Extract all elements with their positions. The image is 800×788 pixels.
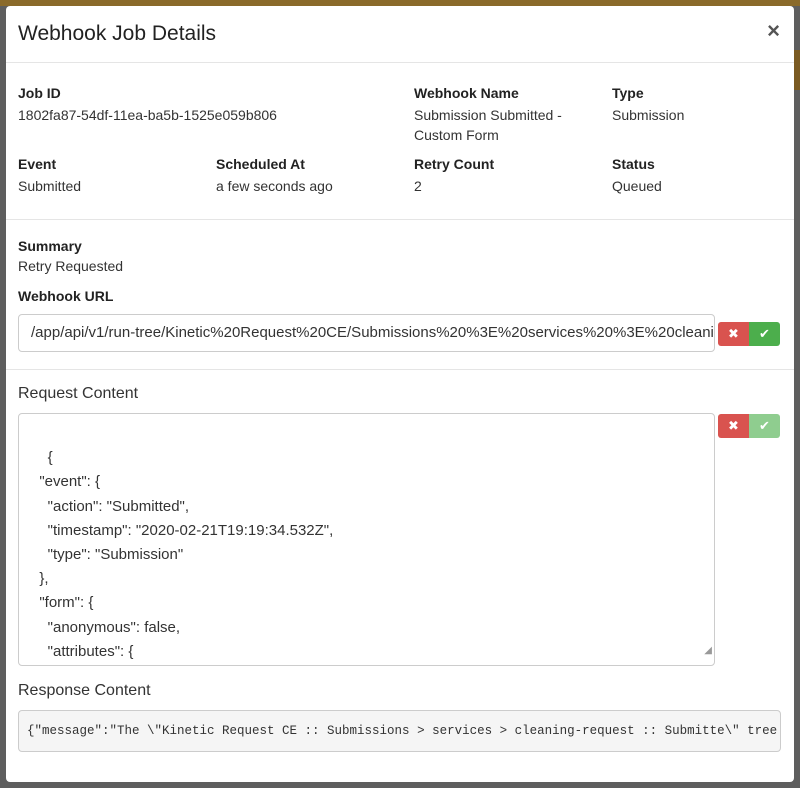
job-id-label: Job ID [18, 85, 61, 101]
webhook-url-label: Webhook URL [18, 288, 114, 304]
event-field: Event Submitted [18, 156, 81, 196]
scheduled-at-field: Scheduled At a few seconds ago [216, 156, 333, 196]
scheduled-at-label: Scheduled At [216, 156, 305, 172]
webhook-name-label: Webhook Name [414, 85, 519, 101]
close-icon: ✖ [728, 326, 739, 341]
request-content-textarea[interactable]: { "event": { "action": "Submitted", "tim… [18, 413, 715, 666]
job-meta-section: Job ID 1802fa87-54df-11ea-ba5b-1525e059b… [6, 63, 794, 220]
webhook-name-value: Submission Submitted - Custom Form [414, 107, 562, 143]
status-field: Status Queued [612, 156, 662, 196]
type-field: Type Submission [612, 85, 684, 125]
request-save-button[interactable]: ✔ [749, 414, 780, 438]
request-content-actions: ✖ ✔ [718, 414, 780, 438]
response-content-box: {"message":"The \"Kinetic Request CE :: … [18, 710, 781, 752]
event-label: Event [18, 156, 57, 172]
type-value: Submission [612, 107, 685, 123]
close-icon[interactable]: × [767, 20, 780, 42]
request-cancel-button[interactable]: ✖ [718, 414, 749, 438]
webhook-url-field: Webhook URL [18, 288, 113, 304]
url-cancel-button[interactable]: ✖ [718, 322, 749, 346]
scheduled-at-value: a few seconds ago [216, 178, 333, 194]
status-value: Queued [612, 178, 662, 194]
retry-count-field: Retry Count 2 [414, 156, 494, 196]
webhook-url-actions: ✖ ✔ [718, 322, 780, 346]
status-label: Status [612, 156, 655, 172]
modal-title: Webhook Job Details [18, 22, 217, 45]
backdrop-right-strip [794, 50, 800, 90]
response-content-label: Response Content [18, 682, 151, 699]
request-content-label: Request Content [18, 385, 139, 402]
modal-header: Webhook Job Details × [6, 6, 794, 63]
url-save-button[interactable]: ✔ [749, 322, 780, 346]
retry-count-label: Retry Count [414, 156, 495, 172]
job-id-value: 1802fa87-54df-11ea-ba5b-1525e059b806 [18, 107, 277, 123]
check-icon: ✔ [759, 326, 770, 341]
webhook-job-details-modal: Webhook Job Details × Job ID 1802fa87-54… [6, 6, 794, 782]
type-label: Type [612, 85, 644, 101]
summary-field: Summary Retry Requested [18, 238, 123, 276]
webhook-url-input[interactable]: /app/api/v1/run-tree/Kinetic%20Request%2… [18, 314, 715, 352]
summary-value: Retry Requested [18, 258, 124, 274]
event-value: Submitted [18, 178, 82, 194]
close-icon: ✖ [728, 418, 739, 433]
summary-section: Summary Retry Requested Webhook URL /app… [6, 220, 794, 370]
webhook-name-field: Webhook Name Submission Submitted - Cust… [414, 85, 594, 145]
retry-count-value: 2 [414, 178, 422, 194]
resize-handle-icon[interactable]: ◢ [704, 639, 712, 663]
check-icon: ✔ [759, 418, 770, 433]
job-id-field: Job ID 1802fa87-54df-11ea-ba5b-1525e059b… [18, 85, 277, 125]
request-content-text: { "event": { "action": "Submitted", "tim… [39, 449, 334, 660]
summary-label: Summary [18, 238, 82, 254]
